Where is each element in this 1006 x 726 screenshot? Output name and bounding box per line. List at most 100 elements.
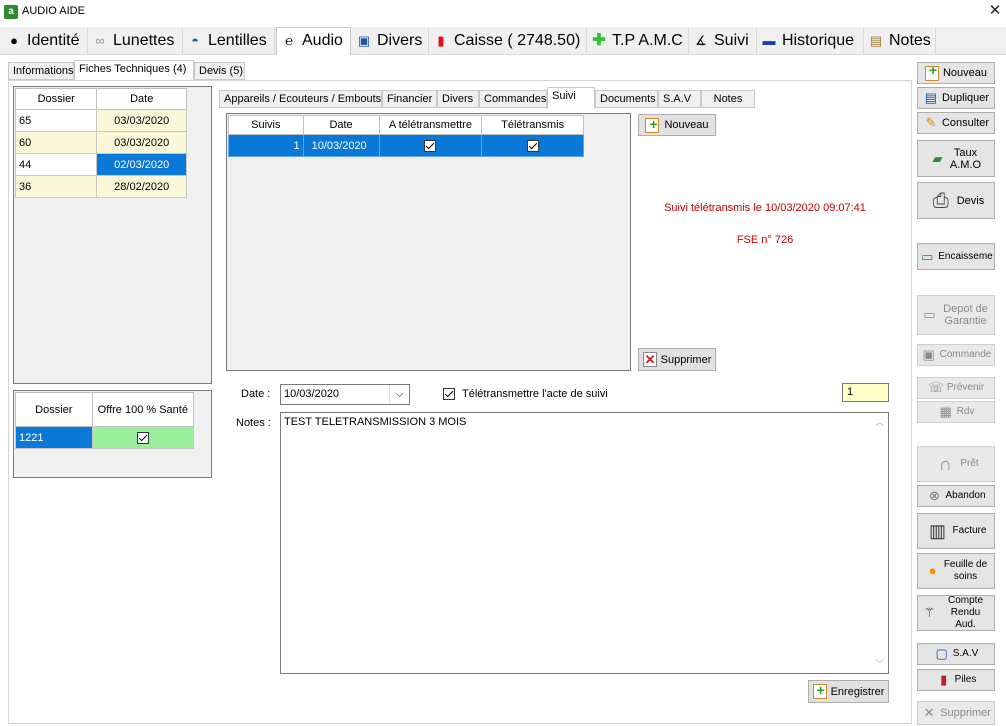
headphones-icon: ∩ <box>938 454 952 474</box>
caduceus-icon: ⚚ <box>923 605 936 620</box>
counter-field[interactable]: 1 <box>842 383 889 402</box>
teletransmettre-checkbox[interactable] <box>443 388 455 401</box>
table-row[interactable]: 1221 <box>15 426 195 449</box>
offre-panel: Dossier Offre 100 % Santé 1221 <box>13 390 212 478</box>
subtab-informations[interactable]: Informations <box>8 62 74 80</box>
date-label: Date : <box>241 388 271 400</box>
offre-checkbox[interactable] <box>136 431 149 444</box>
sidebar-rdv-button[interactable]: ▦ Rdv <box>917 401 995 423</box>
sidebar-piles-button[interactable]: ▮ Piles <box>917 669 995 691</box>
cell-offre-checkbox[interactable] <box>91 426 195 449</box>
delete-icon <box>642 352 657 368</box>
tab-sav[interactable]: S.A.V <box>658 90 701 108</box>
notes-scrollbar[interactable]: ︿ ﹀ <box>871 413 888 673</box>
dossier-list-panel: Dossier Date 65 03/03/2020 60 03/03/2020… <box>13 86 212 384</box>
cross-icon: ✚ <box>592 32 606 49</box>
tab-historique[interactable]: ▬ Historique <box>757 28 864 54</box>
cell-dossier: 60 <box>14 131 98 154</box>
sheet-icon: ● <box>928 563 937 578</box>
teletransmission-status: Suivi télétransmis le 10/03/2020 09:07:4… <box>664 202 866 214</box>
col-header-a-teletransmettre: A télétransmettre <box>378 115 483 135</box>
date-picker[interactable]: 10/03/2020 ⌵ <box>280 384 410 405</box>
cell-dossier-selected: 1221 <box>15 426 93 449</box>
cell-date: 28/02/2020 <box>96 175 187 198</box>
tab-divers[interactable]: ▣ Divers <box>352 28 429 54</box>
tab-appareils[interactable]: Appareils / Ecouteurs / Embouts <box>219 90 382 108</box>
scroll-up-icon[interactable]: ︿ <box>875 415 884 428</box>
sidebar-duplicate-button[interactable]: ▤ Dupliquer <box>917 87 995 109</box>
sidebar-pret-button[interactable]: ∩ Prêt <box>917 446 995 482</box>
scroll-down-icon[interactable]: ﹀ <box>875 657 884 670</box>
suivi-new-button[interactable]: Nouveau <box>638 114 716 136</box>
sidebar-depot-garantie-button[interactable]: ▭ Depot de Garantie <box>917 295 995 335</box>
inner-tab-strip: Appareils / Ecouteurs / Embouts Financie… <box>217 87 907 111</box>
col-header-date: Date <box>96 88 187 110</box>
cell-a-teletransmettre[interactable] <box>378 134 483 157</box>
tab-suivi[interactable]: ∡ Suivi <box>689 28 757 54</box>
col-header-dossier: Dossier <box>14 88 98 110</box>
table-row[interactable]: 44 02/03/2020 <box>14 153 187 176</box>
sidebar-encaissement-button[interactable]: ▭ Encaisseme <box>917 243 995 270</box>
save-button[interactable]: Enregistrer <box>808 680 889 703</box>
sidebar-devis-button[interactable]: ⎙ Devis <box>917 182 995 219</box>
close-button[interactable]: ✕ <box>986 2 1004 20</box>
date-value: 10/03/2020 <box>284 388 340 400</box>
cell-dossier: 44 <box>14 153 98 176</box>
duplicate-icon: ▤ <box>924 90 938 105</box>
dossier-table: Dossier Date 65 03/03/2020 60 03/03/2020… <box>14 88 187 198</box>
main-tab-strip: ● Identité ∞ Lunettes ◓ Lentilles ℮ Audio ▣ D… <box>0 27 1006 55</box>
table-row[interactable]: 65 03/03/2020 <box>14 109 187 132</box>
sidebar-abandon-button[interactable]: ⊗ Abandon <box>917 485 995 507</box>
offre-table: Dossier Offre 100 % Santé 1221 <box>15 392 195 449</box>
tab-inner-notes[interactable]: Notes <box>701 90 755 108</box>
sidebar-feuille-soins-button[interactable]: ● Feuille de soins <box>917 553 995 589</box>
tab-tpamc[interactable]: ✚ T.P A.M.C <box>587 28 689 54</box>
col-header-offre: Offre 100 % Santé <box>91 392 195 427</box>
tab-financier[interactable]: Financier <box>382 90 437 108</box>
money-icon: ▭ <box>921 248 934 264</box>
tab-audio[interactable]: ℮ Audio <box>276 27 351 55</box>
tab-inner-divers[interactable]: Divers <box>437 90 479 108</box>
subtab-devis[interactable]: Devis (5) <box>194 62 245 80</box>
suivi-delete-button[interactable]: Supprimer <box>638 348 716 371</box>
new-doc-icon <box>812 682 827 699</box>
tab-inner-suivi[interactable]: Suivi <box>547 87 595 109</box>
cell-suivis: 1 <box>228 134 304 157</box>
sidebar-compte-rendu-button[interactable]: ⚚ Compte Rendu Aud. <box>917 595 995 631</box>
sidebar-consult-button[interactable]: ✎ Consulter <box>917 112 995 134</box>
table-row[interactable]: 1 10/03/2020 <box>228 134 584 157</box>
tab-identite[interactable]: ● Identité <box>2 28 88 54</box>
glasses-icon: ∞ <box>95 33 105 48</box>
tab-notes[interactable]: ▤ Notes <box>864 28 936 54</box>
tab-lunettes[interactable]: ∞ Lunettes <box>88 28 183 54</box>
suivi-grid-panel: Suivis Date A télétransmettre Télétransm… <box>226 113 631 371</box>
col-header-teletransmis: Télétransmis <box>481 115 584 135</box>
lens-icon: ◓ <box>191 33 199 48</box>
cell-teletransmis[interactable] <box>481 134 584 157</box>
sidebar-delete-button[interactable]: ✕ Supprimer <box>917 701 995 725</box>
new-doc-icon <box>924 64 939 81</box>
sidebar-commande-button[interactable]: ▣ Commande <box>917 344 995 366</box>
sidebar-taux-amo-button[interactable]: ▰ Taux A.M.O <box>917 140 995 177</box>
sidebar-new-button[interactable]: Nouveau <box>917 62 995 84</box>
calendar-icon: ▦ <box>939 404 952 419</box>
a-teletransmettre-checkbox[interactable] <box>424 139 437 152</box>
sidebar-facture-button[interactable]: ▥ Facture <box>917 513 995 549</box>
table-row[interactable]: 60 03/03/2020 <box>14 131 187 154</box>
tab-documents[interactable]: Documents <box>595 90 658 108</box>
chevron-down-icon[interactable]: ⌵ <box>389 385 409 404</box>
tab-lentilles[interactable]: ◓ Lentilles <box>183 28 275 54</box>
sav-icon: ▢ <box>935 646 948 661</box>
tab-caisse[interactable]: ▮ Caisse ( 2748.50) <box>429 28 587 54</box>
subtab-fiches-techniques[interactable]: Fiches Techniques (4) <box>74 60 194 81</box>
table-row[interactable]: 36 28/02/2020 <box>14 175 187 198</box>
teletransmis-checkbox[interactable] <box>526 139 539 152</box>
sidebar-prevenir-button[interactable]: ☏ Prévenir <box>917 377 995 399</box>
notepad-icon: ▤ <box>869 33 883 48</box>
sidebar-sav-button[interactable]: ▢ S.A.V <box>917 643 995 665</box>
tab-commandes[interactable]: Commandes <box>479 90 547 108</box>
fse-number: FSE n° 726 <box>736 234 794 246</box>
card-icon: ▰ <box>932 150 943 166</box>
notes-textarea[interactable]: TEST TELETRANSMISSION 3 MOIS ︿ ﹀ <box>280 412 889 674</box>
deposit-icon: ▭ <box>923 307 936 322</box>
